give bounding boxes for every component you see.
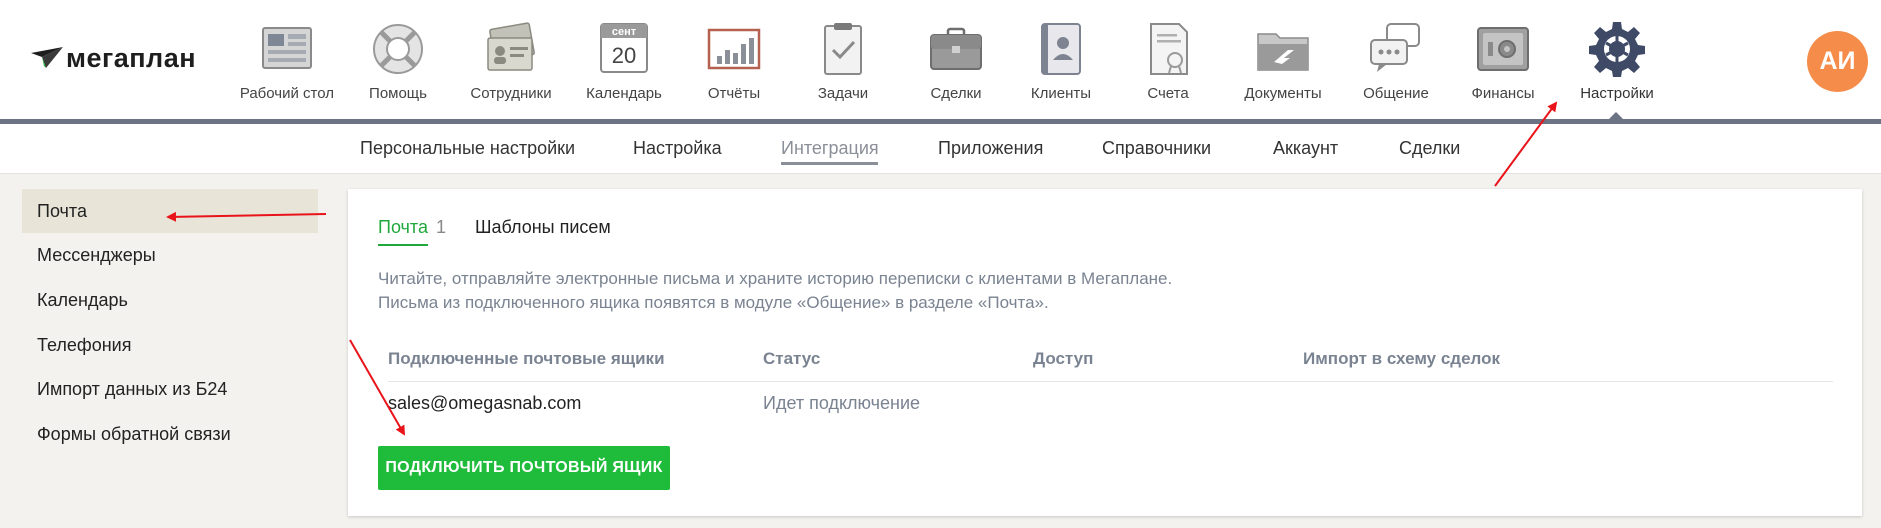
subnav-integration[interactable]: Интеграция: [781, 138, 879, 159]
invoice-seal-icon: [1139, 20, 1197, 78]
column-header-status: Статус: [763, 349, 821, 368]
description-line-2: Письма из подключенного ящика появятся в…: [378, 293, 1049, 312]
address-book-icon: [1032, 20, 1090, 78]
module-tasks[interactable]: Задачи: [788, 14, 898, 106]
connect-mailbox-button[interactable]: ПОДКЛЮЧИТЬ ПОЧТОВЫЙ ЯЩИК: [378, 446, 670, 490]
module-label: Сделки: [930, 85, 982, 102]
svg-text:сент: сент: [612, 26, 637, 38]
module-label: Общение: [1363, 85, 1429, 102]
module-label: Финансы: [1471, 85, 1535, 102]
module-communication[interactable]: Общение: [1341, 14, 1451, 106]
paper-plane-logo-icon: [31, 47, 63, 68]
module-finance[interactable]: Финансы: [1448, 14, 1558, 106]
column-header-deal-import: Импорт в схему сделок: [1303, 349, 1501, 368]
module-documents[interactable]: Документы: [1228, 14, 1338, 106]
column-header-mailboxes: Подключенные почтовые ящики: [388, 349, 665, 368]
sidebar-item-messengers[interactable]: Мессенджеры: [22, 233, 318, 277]
settings-subnav: Персональные настройки Настройка Интегра…: [0, 124, 1881, 174]
sidebar-item-b24-import[interactable]: Импорт данных из Б24: [22, 367, 318, 411]
sidebar-item-calendar[interactable]: Календарь: [22, 278, 318, 322]
id-cards-icon: [482, 20, 540, 78]
tab-active-underline: [378, 244, 428, 246]
module-label: Счета: [1147, 85, 1189, 102]
module-settings[interactable]: Настройки: [1562, 14, 1672, 106]
gear-icon: [1588, 20, 1646, 78]
lifebuoy-icon: [369, 20, 427, 78]
module-label: Помощь: [369, 85, 427, 102]
calendar-icon: сент 20: [595, 20, 653, 78]
sidebar-item-telephony[interactable]: Телефония: [22, 323, 318, 367]
module-label: Документы: [1244, 85, 1322, 102]
tab-email-templates[interactable]: Шаблоны писем: [475, 217, 611, 238]
briefcase-icon: [927, 20, 985, 78]
module-clients[interactable]: Клиенты: [1006, 14, 1116, 106]
subnav-deals[interactable]: Сделки: [1399, 138, 1460, 159]
module-label: Сотрудники: [470, 85, 552, 102]
desktop-icon: [258, 20, 316, 78]
subnav-personal-settings[interactable]: Персональные настройки: [360, 138, 575, 159]
module-label: Клиенты: [1030, 85, 1092, 102]
module-label: Настройки: [1580, 85, 1654, 102]
mailbox-status: Идет подключение: [763, 393, 921, 413]
tab-mail[interactable]: Почта 1: [378, 217, 446, 238]
svg-text:20: 20: [612, 43, 636, 68]
sidebar-item-mail[interactable]: Почта: [22, 189, 318, 233]
subnav-directories[interactable]: Справочники: [1102, 138, 1211, 159]
logo-text: мегаплан: [66, 42, 197, 73]
chat-bubbles-icon: [1367, 20, 1425, 78]
active-module-caret: [1608, 112, 1624, 120]
description-line-1: Читайте, отправляйте электронные письма …: [378, 269, 1173, 288]
column-header-access: Доступ: [1033, 349, 1094, 368]
sidebar-item-feedback-forms[interactable]: Формы обратной связи: [22, 412, 318, 456]
module-calendar[interactable]: сент 20 Календарь: [569, 14, 679, 106]
tab-mail-label: Почта: [378, 217, 428, 237]
subnav-setup[interactable]: Настройка: [633, 138, 722, 159]
module-desktop[interactable]: Рабочий стол: [232, 14, 342, 106]
subnav-account[interactable]: Аккаунт: [1273, 138, 1338, 159]
mailbox-email[interactable]: sales@omegasnab.com: [388, 393, 581, 414]
module-help[interactable]: Помощь: [343, 14, 453, 106]
module-label: Календарь: [586, 85, 662, 102]
module-deals[interactable]: Сделки: [901, 14, 1011, 106]
table-header-divider: [388, 381, 1833, 382]
subnav-active-underline: [781, 162, 878, 165]
module-label: Отчёты: [707, 85, 761, 102]
folder-icon: [1254, 20, 1312, 78]
megaplan-logo[interactable]: мегаплан: [30, 38, 200, 78]
tab-mail-count: 1: [435, 217, 446, 237]
mail-integration-panel: Почта 1 Шаблоны писем Читайте, отправляйт…: [348, 189, 1862, 516]
module-employees[interactable]: Сотрудники: [456, 14, 566, 106]
bar-chart-board-icon: [705, 20, 763, 78]
module-label: Рабочий стол: [239, 85, 334, 102]
module-label: Задачи: [817, 85, 869, 102]
module-reports[interactable]: Отчёты: [679, 14, 789, 106]
clipboard-check-icon: [814, 20, 872, 78]
safe-icon: [1474, 20, 1532, 78]
module-invoices[interactable]: Счета: [1113, 14, 1223, 106]
subnav-apps[interactable]: Приложения: [938, 138, 1043, 159]
user-avatar[interactable]: АИ: [1807, 31, 1868, 92]
